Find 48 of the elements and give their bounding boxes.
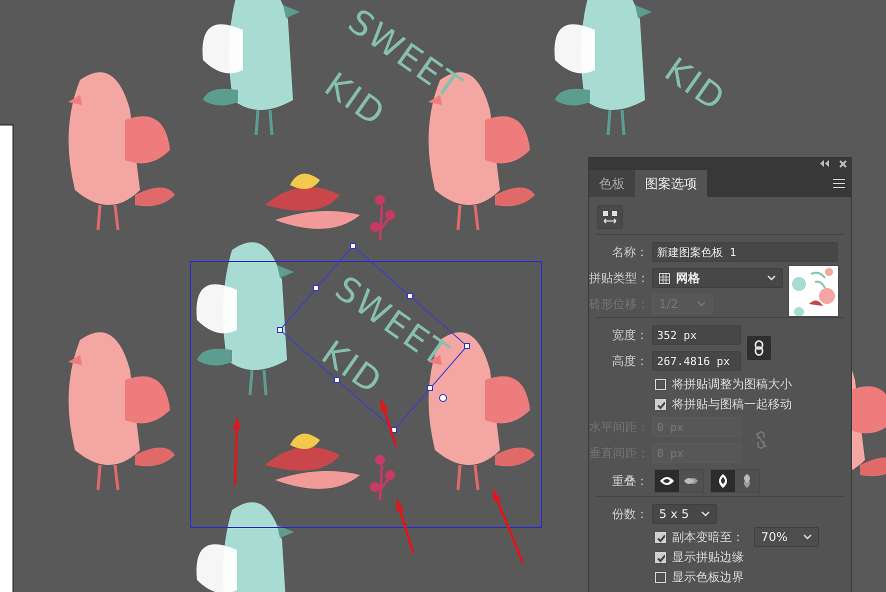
field-label: 名称： <box>611 244 648 260</box>
dim-amount-dropdown[interactable]: 70% <box>754 527 819 547</box>
annotation-arrow <box>396 500 414 554</box>
annotation-arrow <box>380 400 398 446</box>
annotation-arrow <box>232 418 241 486</box>
checkbox-label: 将拼贴调整为图稿大小 <box>672 376 792 392</box>
checkbox[interactable] <box>655 572 666 582</box>
close-icon[interactable] <box>839 160 847 168</box>
move-tile-icon <box>602 210 618 224</box>
checkbox-label: 将拼贴与图稿一起移动 <box>672 396 792 412</box>
chain-link-icon <box>754 340 764 356</box>
checkbox[interactable] <box>655 552 666 562</box>
checkbox-label: 副本变暗至： <box>672 528 744 546</box>
overlap-option-button[interactable] <box>711 470 735 492</box>
grid-icon <box>659 272 670 284</box>
checkbox-label: 显示拼贴边缘 <box>672 548 744 566</box>
checkbox[interactable] <box>655 532 666 542</box>
chevron-icon <box>803 534 812 540</box>
field-label: 重叠： <box>611 472 648 490</box>
panel-tab[interactable]: 图案选项 <box>635 170 707 197</box>
checkbox[interactable] <box>655 398 666 410</box>
artwork-word: KID <box>657 50 733 120</box>
overlap-shape-icon <box>717 473 729 489</box>
link-dimensions-button[interactable] <box>747 336 771 360</box>
field-label: 份数： <box>611 506 648 522</box>
rotated-selection-box[interactable] <box>277 243 470 433</box>
input-field[interactable]: 352 px <box>652 325 741 345</box>
tile-type-dropdown[interactable]: 网格 <box>652 268 783 288</box>
chevron-icon <box>767 275 776 281</box>
pattern-preview-thumbnail <box>789 266 838 316</box>
panel-tab[interactable]: 色板 <box>589 170 635 197</box>
overlap-shape-icon <box>659 475 675 487</box>
collapse-icon[interactable] <box>820 160 829 167</box>
broken-link-icon <box>755 431 767 449</box>
field-label: 拼贴类型： <box>589 270 648 286</box>
overlap-option-button[interactable] <box>655 470 679 492</box>
field-label: 宽度： <box>611 326 648 344</box>
input-field[interactable]: 267.4816 px <box>652 351 741 371</box>
tile-edit-tool-button[interactable] <box>597 205 623 229</box>
chevron-icon <box>701 511 710 517</box>
chevron-icon <box>697 301 706 307</box>
overlap-shape-icon <box>683 475 699 487</box>
copies-dropdown[interactable]: 5 x 5 <box>652 504 717 524</box>
overlap-shape-icon <box>741 473 753 489</box>
input-field[interactable]: 新建图案色板 1 <box>652 242 838 262</box>
checkbox-label: 显示色板边界 <box>672 568 744 586</box>
field-label: 高度： <box>611 352 648 370</box>
checkbox[interactable] <box>655 378 666 390</box>
